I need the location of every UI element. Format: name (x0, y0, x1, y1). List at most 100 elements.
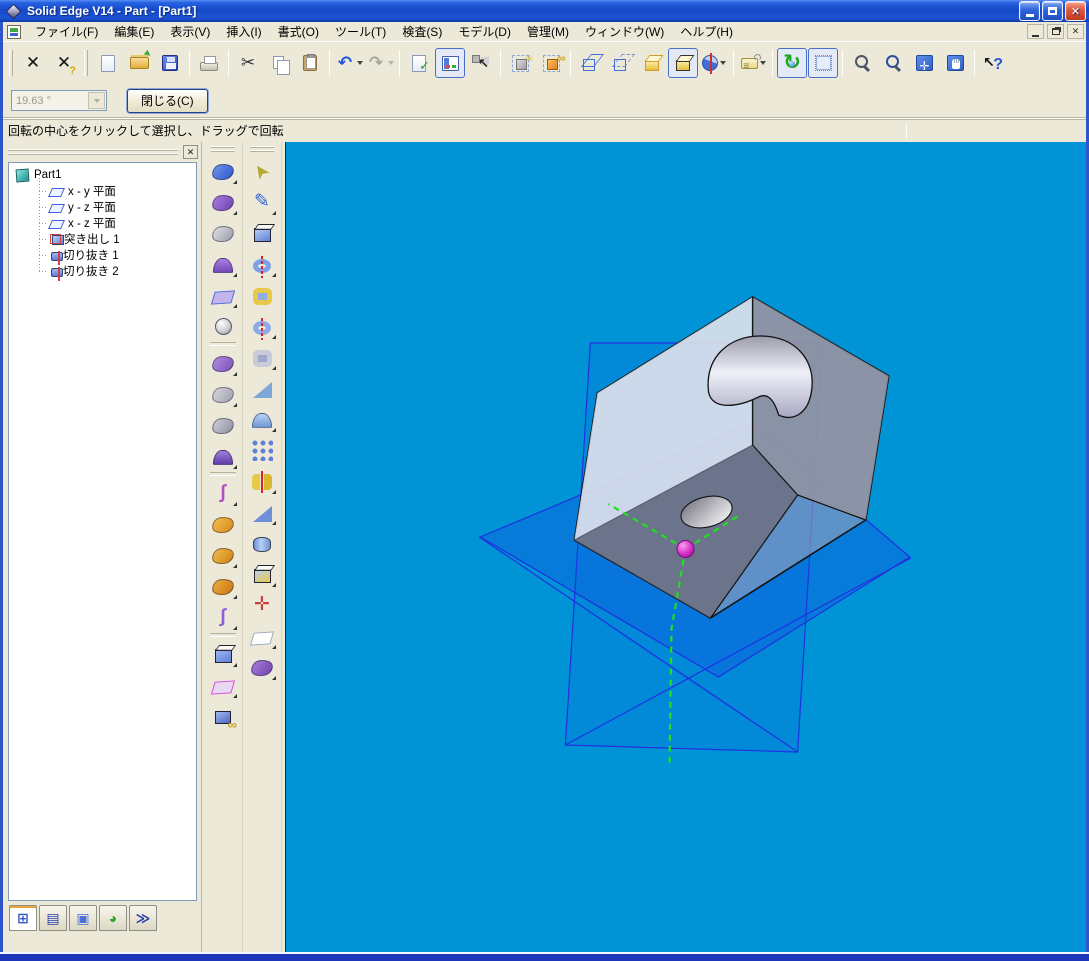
projected-curve-button[interactable] (207, 539, 239, 570)
edgebar-grip[interactable] (8, 149, 178, 155)
tree-item-6[interactable]: 切り抜き 2 (9, 255, 196, 281)
mirror-feature-button[interactable] (246, 465, 278, 496)
shaded-view-button[interactable] (637, 48, 667, 78)
thin-wall-button[interactable] (246, 558, 278, 589)
protrusion-button[interactable] (246, 217, 278, 248)
menu-item-manage[interactable]: 管理(M) (519, 23, 577, 41)
combo-dropdown-button[interactable] (88, 92, 105, 109)
split-curve-button[interactable]: ∫ (207, 601, 239, 632)
menu-item-view[interactable]: 表示(V) (162, 23, 218, 41)
menu-item-model[interactable]: モデル(D) (450, 23, 519, 41)
extend-surface-button[interactable] (207, 378, 239, 409)
redo-button[interactable]: ↷ (365, 48, 395, 78)
tab-sensors[interactable]: ◕ (99, 905, 127, 931)
cutout-button[interactable] (246, 279, 278, 310)
view-orientation-button[interactable] (808, 48, 838, 78)
offset-surface-button[interactable] (207, 279, 239, 310)
select-options-button[interactable] (466, 48, 496, 78)
menu-item-window[interactable]: ウィンドウ(W) (577, 23, 672, 41)
toolbar-grip[interactable] (9, 50, 13, 76)
construction-display-button[interactable] (246, 651, 278, 682)
minimize-button[interactable] (1019, 1, 1040, 21)
shaded-edges-view-button[interactable] (668, 48, 698, 78)
undo-button[interactable]: ↶ (334, 48, 364, 78)
new-document-button[interactable] (93, 48, 123, 78)
surfacing-toolbar-grip[interactable] (211, 146, 235, 152)
document-icon[interactable] (7, 24, 21, 39)
reference-plane-button[interactable] (246, 620, 278, 651)
replace-face-button[interactable] (207, 409, 239, 440)
tree-item-2[interactable]: y - z 平面 (9, 191, 196, 215)
sketch-button[interactable]: ✎ (246, 186, 278, 217)
help-pointer-button[interactable] (979, 48, 1009, 78)
model-viewport[interactable] (285, 142, 1086, 952)
blend-surface-button[interactable] (207, 248, 239, 279)
tree-item-4[interactable]: 突き出し 1 (9, 223, 196, 247)
construction-point-button[interactable] (207, 310, 239, 341)
tree-item-3[interactable]: x - z 平面 (9, 207, 196, 231)
document-check-button[interactable] (404, 48, 434, 78)
edgebar-close-button[interactable]: ✕ (183, 145, 198, 159)
zoom-button[interactable] (878, 48, 908, 78)
zoom-area-button[interactable] (847, 48, 877, 78)
bounded-surface-button[interactable] (207, 217, 239, 248)
show-reference-button[interactable] (505, 48, 535, 78)
menu-item-file[interactable]: ファイル(F) (27, 23, 106, 41)
round-button[interactable] (246, 403, 278, 434)
pan-button[interactable] (940, 48, 970, 78)
abort-help-button[interactable]: ✕? (49, 48, 79, 78)
menu-item-help[interactable]: ヘルプ(H) (672, 23, 741, 41)
mdi-close-button[interactable]: ✕ (1067, 24, 1084, 39)
open-document-button[interactable] (124, 48, 154, 78)
copy-button[interactable] (264, 48, 294, 78)
cross-curve-button[interactable] (207, 570, 239, 601)
mirror-copy-body-button[interactable] (207, 638, 239, 669)
swept-surface-button[interactable] (207, 155, 239, 186)
draft-button[interactable] (246, 372, 278, 403)
callout-button[interactable] (738, 48, 768, 78)
wireframe-view-button[interactable] (575, 48, 605, 78)
revolved-cutout-button[interactable] (246, 310, 278, 341)
attach-part-copy-button[interactable] (207, 700, 239, 732)
section-view-button[interactable] (699, 48, 729, 78)
rotate-view-button[interactable] (777, 48, 807, 78)
tab-library[interactable]: ▤ (39, 905, 67, 931)
menu-item-format[interactable]: 書式(O) (270, 23, 327, 41)
menu-item-edit[interactable]: 編集(E) (106, 23, 162, 41)
print-button[interactable] (194, 48, 224, 78)
keypoint-curve-button[interactable]: ∫ (207, 477, 239, 508)
abort-command-button[interactable]: ✕ (18, 48, 48, 78)
edgebar-toggle-button[interactable] (435, 48, 465, 78)
toolbar-grip[interactable] (84, 50, 88, 76)
features-toolbar-grip[interactable] (250, 146, 274, 152)
rotation-center-handle[interactable] (676, 540, 695, 558)
tab-pathfinder[interactable]: ⊞ (9, 905, 37, 931)
hidden-line-view-button[interactable] (606, 48, 636, 78)
menu-item-inspect[interactable]: 検査(S) (394, 23, 450, 41)
revolved-protrusion-button[interactable] (246, 248, 278, 279)
paste-button[interactable] (295, 48, 325, 78)
fit-view-button[interactable] (909, 48, 939, 78)
lofted-surface-button[interactable] (207, 186, 239, 217)
tab-playback[interactable]: ≫ (129, 905, 157, 931)
cut-button[interactable]: ✂ (233, 48, 263, 78)
select-tool-button[interactable]: ➤ (246, 155, 278, 186)
tab-family-of-parts[interactable]: ▣ (69, 905, 97, 931)
tree-item-root[interactable]: Part1 (9, 167, 196, 183)
mdi-minimize-button[interactable] (1027, 24, 1044, 39)
hole-button[interactable] (246, 341, 278, 372)
intersection-curve-button[interactable] (207, 508, 239, 539)
delete-face-button[interactable] (207, 347, 239, 378)
close-rotate-button[interactable]: 閉じる(C) (127, 88, 208, 113)
menu-item-tools[interactable]: ツール(T) (327, 23, 394, 41)
boss-button[interactable] (246, 527, 278, 558)
menu-item-insert[interactable]: 挿入(I) (218, 23, 269, 41)
rotation-angle-combobox[interactable]: 19.63 ° (11, 90, 107, 111)
close-button[interactable]: ✕ (1065, 1, 1086, 21)
pattern-body-button[interactable] (207, 669, 239, 700)
mdi-restore-button[interactable] (1047, 24, 1064, 39)
rib-button[interactable] (246, 496, 278, 527)
maximize-button[interactable] (1042, 1, 1063, 21)
save-document-button[interactable] (155, 48, 185, 78)
tree-item-1[interactable]: x - y 平面 (9, 175, 196, 199)
